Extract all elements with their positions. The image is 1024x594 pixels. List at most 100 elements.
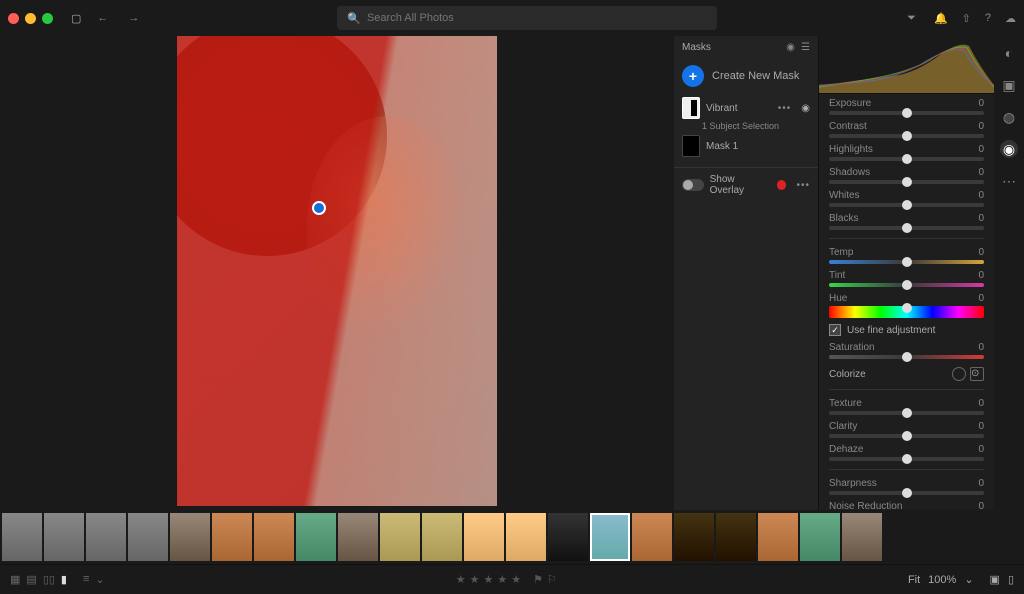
- thumb[interactable]: [842, 513, 882, 561]
- zoom-level[interactable]: 100%: [928, 574, 956, 586]
- overlay-color-dot[interactable]: [777, 180, 787, 190]
- original-toggle-icon[interactable]: ▣: [990, 573, 1000, 586]
- thumb[interactable]: [296, 513, 336, 561]
- sort-dropdown-icon[interactable]: ⌄: [95, 573, 104, 586]
- compare-icon[interactable]: ▯▯: [43, 573, 55, 586]
- canvas-area[interactable]: [0, 36, 674, 510]
- slider-contrast[interactable]: Contrast0: [829, 121, 984, 138]
- colorize-eyedropper-icon[interactable]: ⊙: [970, 367, 984, 381]
- mask-tool-icon[interactable]: ◉: [1000, 140, 1018, 158]
- grid-large-icon[interactable]: ▤: [26, 573, 36, 586]
- thumb[interactable]: [338, 513, 378, 561]
- mask-visibility-icon[interactable]: ◉: [786, 42, 795, 53]
- thumb[interactable]: [464, 513, 504, 561]
- mask-item-vibrant[interactable]: Vibrant ••• ◉: [674, 93, 818, 123]
- thumb[interactable]: [716, 513, 756, 561]
- edit-tool-icon[interactable]: ◐: [1000, 44, 1018, 62]
- slider-noise reduction[interactable]: Noise Reduction0: [829, 501, 984, 510]
- thumb[interactable]: [86, 513, 126, 561]
- colorize-label: Colorize: [829, 369, 866, 380]
- mask-options-icon[interactable]: •••: [778, 103, 792, 114]
- flag-reject-icon[interactable]: ⚐: [547, 573, 557, 586]
- overlay-row: Show Overlay •••: [674, 167, 818, 202]
- crop-tool-icon[interactable]: ▣: [1000, 76, 1018, 94]
- slider-texture[interactable]: Texture0: [829, 398, 984, 415]
- colorize-row: Colorize ⊙: [829, 367, 984, 381]
- slider-hue[interactable]: Hue0: [829, 293, 984, 318]
- thumb[interactable]: [254, 513, 294, 561]
- star-3[interactable]: ★: [483, 573, 493, 586]
- slider-exposure[interactable]: Exposure0: [829, 98, 984, 115]
- filter-icon[interactable]: ⏷: [907, 12, 916, 25]
- slider-clarity[interactable]: Clarity0: [829, 421, 984, 438]
- sort-icon[interactable]: ≡: [83, 573, 89, 586]
- overlay-toggle[interactable]: [682, 179, 704, 191]
- thumb[interactable]: [422, 513, 462, 561]
- photo-preview[interactable]: [177, 36, 497, 506]
- rating-bar: ★ ★ ★ ★ ★ ⚑ ⚐: [456, 573, 557, 586]
- zoom-dropdown-icon[interactable]: ⌄: [964, 573, 973, 586]
- star-5[interactable]: ★: [511, 573, 521, 586]
- view-modes: ▦ ▤ ▯▯ ▮ ≡ ⌄: [10, 573, 105, 586]
- thumb[interactable]: [44, 513, 84, 561]
- thumb[interactable]: [506, 513, 546, 561]
- mask-item-1[interactable]: Mask 1: [674, 131, 818, 161]
- grid-small-icon[interactable]: ▦: [10, 573, 20, 586]
- notification-icon[interactable]: 🔔: [934, 12, 948, 25]
- create-mask-button[interactable]: + Create New Mask: [674, 59, 818, 93]
- tool-strip: ◐ ▣ ◍ ◉ ⋯: [994, 36, 1024, 510]
- slider-highlights[interactable]: Highlights0: [829, 144, 984, 161]
- slider-whites[interactable]: Whites0: [829, 190, 984, 207]
- search-input[interactable]: [367, 12, 707, 24]
- overlay-options-icon[interactable]: •••: [796, 180, 810, 191]
- mask-menu-icon[interactable]: ☰: [801, 42, 810, 53]
- filmstrip[interactable]: [0, 510, 1024, 564]
- minimize-window[interactable]: [25, 13, 36, 24]
- mask-eye-icon[interactable]: ◉: [801, 103, 810, 114]
- slider-temp[interactable]: Temp0: [829, 247, 984, 264]
- sidebar-toggle-icon[interactable]: ▢: [71, 12, 81, 25]
- star-4[interactable]: ★: [497, 573, 507, 586]
- thumb[interactable]: [380, 513, 420, 561]
- slider-saturation[interactable]: Saturation0: [829, 342, 984, 359]
- slider-blacks[interactable]: Blacks0: [829, 213, 984, 230]
- star-2[interactable]: ★: [470, 573, 480, 586]
- maximize-window[interactable]: [42, 13, 53, 24]
- fine-adjust-checkbox[interactable]: ✓: [829, 324, 841, 336]
- slider-shadows[interactable]: Shadows0: [829, 167, 984, 184]
- info-toggle-icon[interactable]: ▯: [1008, 573, 1014, 586]
- more-tool-icon[interactable]: ⋯: [1000, 172, 1018, 190]
- fit-button[interactable]: Fit: [908, 574, 920, 586]
- slider-panel: Exposure0 Contrast0 Highlights0 Shadows0…: [819, 94, 994, 510]
- back-button[interactable]: ←: [89, 8, 116, 28]
- histogram[interactable]: [819, 36, 994, 94]
- slider-tint[interactable]: Tint0: [829, 270, 984, 287]
- thumb[interactable]: [800, 513, 840, 561]
- slider-sharpness[interactable]: Sharpness0: [829, 478, 984, 495]
- flag-pick-icon[interactable]: ⚑: [533, 573, 543, 586]
- thumb[interactable]: [674, 513, 714, 561]
- colorize-swatch[interactable]: [952, 367, 966, 381]
- masks-panel: Masks ◉ ☰ + Create New Mask Vibrant ••• …: [674, 36, 819, 510]
- thumb-selected[interactable]: [590, 513, 630, 561]
- heal-tool-icon[interactable]: ◍: [1000, 108, 1018, 126]
- mask-pin[interactable]: [312, 201, 326, 215]
- star-1[interactable]: ★: [456, 573, 466, 586]
- slider-dehaze[interactable]: Dehaze0: [829, 444, 984, 461]
- close-window[interactable]: [8, 13, 19, 24]
- help-icon[interactable]: ?: [985, 12, 991, 25]
- cloud-icon[interactable]: ☁: [1005, 12, 1016, 25]
- thumb[interactable]: [2, 513, 42, 561]
- thumb[interactable]: [170, 513, 210, 561]
- thumb[interactable]: [548, 513, 588, 561]
- thumb[interactable]: [212, 513, 252, 561]
- thumb[interactable]: [632, 513, 672, 561]
- mask-thumb: [682, 97, 700, 119]
- detail-view-icon[interactable]: ▮: [61, 573, 67, 586]
- share-icon[interactable]: ⇧: [962, 12, 971, 25]
- search-bar[interactable]: 🔍: [337, 6, 717, 30]
- forward-button[interactable]: →: [120, 8, 147, 28]
- thumb[interactable]: [128, 513, 168, 561]
- thumb[interactable]: [758, 513, 798, 561]
- fine-adjust-row[interactable]: ✓ Use fine adjustment: [829, 324, 984, 336]
